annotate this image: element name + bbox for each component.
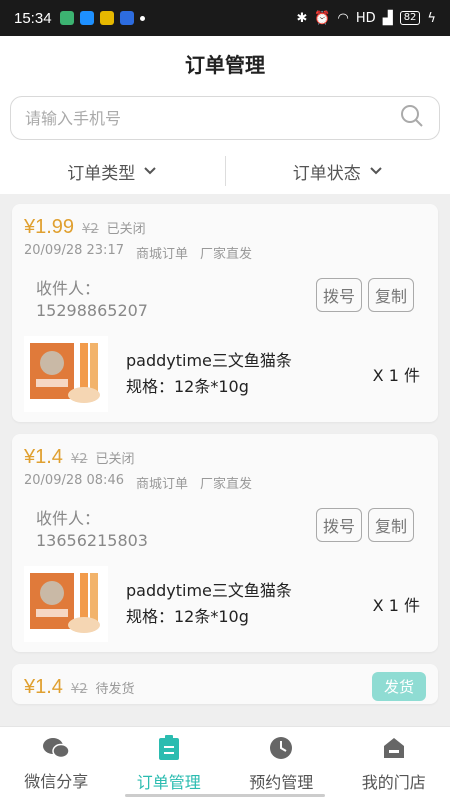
order-price: ¥1.99 bbox=[24, 216, 75, 238]
order-price: ¥1.4 bbox=[24, 446, 63, 468]
order-status: 待发货 bbox=[95, 682, 135, 697]
app-notification-icon bbox=[119, 11, 134, 25]
mail-notification-icon bbox=[99, 11, 114, 25]
filter-bar: 订单类型 订单状态 bbox=[0, 148, 450, 194]
copy-button[interactable]: 复制 bbox=[367, 508, 414, 542]
order-type: 商城订单 bbox=[135, 477, 188, 492]
dial-button[interactable]: 拨号 bbox=[315, 508, 362, 542]
bottom-tab-bar: 微信分享 订单管理 预约管理 我的门店 bbox=[0, 726, 450, 800]
order-type: 商城订单 bbox=[135, 247, 188, 262]
original-price: ¥2 bbox=[70, 452, 88, 467]
order-type-filter[interactable]: 订单类型 bbox=[0, 156, 225, 186]
wifi-icon: ◠ bbox=[337, 10, 349, 26]
order-icon bbox=[157, 734, 181, 765]
order-status-filter[interactable]: 订单状态 bbox=[224, 156, 450, 186]
ship-button[interactable]: 发货 bbox=[371, 672, 426, 701]
product-spec: 规格：12条*10g bbox=[126, 607, 249, 626]
clock-icon bbox=[268, 735, 294, 765]
page-title: 订单管理 bbox=[0, 36, 450, 90]
product-quantity: X 1 件 bbox=[372, 366, 420, 385]
alarm-icon: ⏰ bbox=[314, 10, 331, 26]
more-notifications-icon bbox=[139, 15, 145, 21]
original-price: ¥2 bbox=[82, 222, 99, 237]
tab-my-store[interactable]: 我的门店 bbox=[338, 727, 450, 800]
order-card[interactable]: ¥1.99 ¥2 已关闭 20/09/28 23:17 商城订单 厂家直发 收件… bbox=[12, 204, 438, 422]
product-name: paddytime三文鱼猫条 bbox=[126, 351, 292, 370]
tab-label: 预约管理 bbox=[249, 772, 314, 792]
order-price: ¥1.4 bbox=[24, 676, 63, 698]
dial-button[interactable]: 拨号 bbox=[315, 278, 362, 312]
home-indicator bbox=[125, 794, 325, 797]
original-price: ¥2 bbox=[70, 682, 88, 697]
order-card[interactable]: ¥1.4 ¥2 待发货 发货 bbox=[12, 664, 438, 704]
product-image bbox=[24, 566, 108, 642]
product-image bbox=[24, 336, 108, 412]
battery-icon: 82 bbox=[399, 11, 421, 25]
receiver-label: 收件人： bbox=[36, 279, 101, 298]
order-type-label: 订单类型 bbox=[67, 163, 136, 184]
store-icon bbox=[381, 735, 407, 765]
tab-label: 微信分享 bbox=[24, 771, 89, 791]
order-status-label: 订单状态 bbox=[292, 163, 361, 184]
search-section bbox=[0, 90, 450, 148]
tab-label: 我的门店 bbox=[361, 772, 426, 792]
phone-search-input[interactable] bbox=[25, 108, 399, 128]
location-notification-icon bbox=[79, 11, 94, 25]
product-quantity: X 1 件 bbox=[372, 596, 420, 615]
chevron-down-icon bbox=[143, 161, 157, 181]
charging-icon: ϟ bbox=[427, 10, 436, 26]
product-spec: 规格：12条*10g bbox=[126, 377, 249, 396]
order-status: 已关闭 bbox=[106, 222, 146, 237]
receiver-phone: 13656215803 bbox=[36, 531, 148, 550]
bluetooth-icon: ✱ bbox=[296, 10, 308, 26]
search-box[interactable] bbox=[10, 96, 440, 140]
order-status: 已关闭 bbox=[95, 452, 135, 467]
message-notification-icon bbox=[59, 11, 74, 25]
tab-label: 订单管理 bbox=[136, 772, 201, 792]
copy-button[interactable]: 复制 bbox=[367, 278, 414, 312]
receiver-label: 收件人： bbox=[36, 509, 101, 528]
status-bar: 15:34 ✱ ⏰ ◠ HD ▟ 82 ϟ bbox=[0, 0, 450, 36]
order-list: ¥1.99 ¥2 已关闭 20/09/28 23:17 商城订单 厂家直发 收件… bbox=[0, 194, 450, 704]
wechat-icon bbox=[42, 736, 70, 764]
status-time: 15:34 bbox=[14, 9, 52, 27]
signal-icon: ▟ bbox=[382, 10, 393, 26]
order-datetime: 20/09/28 08:46 bbox=[24, 473, 124, 488]
order-source: 厂家直发 bbox=[200, 477, 253, 492]
order-datetime: 20/09/28 23:17 bbox=[24, 243, 124, 258]
order-card[interactable]: ¥1.4 ¥2 已关闭 20/09/28 08:46 商城订单 厂家直发 收件人… bbox=[12, 434, 438, 652]
search-icon[interactable] bbox=[399, 103, 425, 133]
tab-wechat-share[interactable]: 微信分享 bbox=[0, 727, 113, 800]
network-label: HD bbox=[355, 10, 376, 26]
product-name: paddytime三文鱼猫条 bbox=[126, 581, 292, 600]
tab-order-management[interactable]: 订单管理 bbox=[113, 727, 226, 800]
chevron-down-icon bbox=[369, 161, 383, 181]
receiver-phone: 15298865207 bbox=[36, 301, 148, 320]
tab-appointment-management[interactable]: 预约管理 bbox=[225, 727, 338, 800]
order-source: 厂家直发 bbox=[200, 247, 253, 262]
